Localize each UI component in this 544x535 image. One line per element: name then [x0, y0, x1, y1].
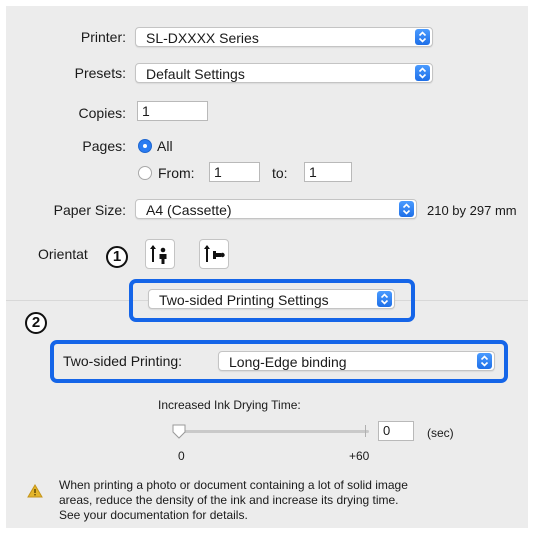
printer-value: SL-DXXXX Series: [146, 30, 259, 46]
print-dialog-panel: [6, 6, 528, 528]
paper-dimensions: 210 by 297 mm: [427, 203, 517, 218]
chevron-updown-icon: [377, 291, 392, 307]
paper-size-label: Paper Size:: [53, 202, 126, 218]
drying-time-unit: (sec): [427, 426, 454, 440]
copies-label: Copies:: [78, 105, 126, 121]
pages-all-radio[interactable]: [138, 139, 152, 153]
portrait-button[interactable]: [145, 239, 175, 269]
warning-line-1: When printing a photo or document contai…: [59, 478, 408, 492]
drying-time-label: Increased Ink Drying Time:: [158, 398, 301, 412]
paper-size-popup[interactable]: A4 (Cassette): [135, 199, 417, 219]
copies-field[interactable]: 1: [137, 101, 208, 121]
pages-from-radio[interactable]: [138, 166, 152, 180]
presets-value: Default Settings: [146, 66, 245, 82]
pages-from-field[interactable]: 1: [209, 162, 260, 182]
warning-line-3: See your documentation for details.: [59, 508, 248, 522]
warning-text: When printing a photo or document contai…: [59, 478, 514, 523]
drying-slider-thumb[interactable]: [172, 424, 186, 439]
paper-size-value: A4 (Cassette): [146, 202, 232, 218]
two-sided-popup[interactable]: Long-Edge binding: [218, 351, 495, 371]
warning-icon: [27, 484, 43, 501]
presets-label: Presets:: [74, 65, 126, 81]
drying-slider-track[interactable]: [176, 430, 369, 433]
section-menu-value: Two-sided Printing Settings: [159, 292, 329, 308]
chevron-updown-icon: [399, 201, 414, 217]
portrait-icon: [150, 245, 167, 264]
slider-max-label: +60: [349, 449, 370, 463]
presets-popup[interactable]: Default Settings: [135, 63, 433, 83]
warning-line-2: areas, reduce the density of the ink and…: [59, 493, 399, 507]
pages-label: Pages:: [82, 138, 126, 154]
drying-time-field[interactable]: 0: [378, 421, 414, 441]
chevron-updown-icon: [415, 29, 430, 45]
pages-to-field[interactable]: 1: [304, 162, 352, 182]
printer-label: Printer:: [80, 29, 126, 45]
orientation-label: Orientat: [38, 246, 88, 262]
landscape-button[interactable]: [199, 239, 229, 269]
two-sided-label: Two-sided Printing:: [63, 353, 183, 369]
callout-number-2: 2: [25, 312, 47, 334]
callout-number-1: 1: [106, 246, 128, 268]
chevron-updown-icon: [415, 65, 430, 81]
pages-all-label: All: [157, 138, 173, 154]
section-menu-popup[interactable]: Two-sided Printing Settings: [148, 289, 395, 309]
slider-end-tick: [365, 425, 366, 437]
slider-min-label: 0: [178, 449, 185, 463]
landscape-icon: [204, 245, 225, 262]
chevron-updown-icon: [477, 353, 492, 369]
pages-to-label: to:: [272, 165, 288, 181]
printer-popup[interactable]: SL-DXXXX Series: [135, 27, 433, 47]
two-sided-value: Long-Edge binding: [229, 354, 347, 370]
pages-from-label: From:: [158, 165, 195, 181]
